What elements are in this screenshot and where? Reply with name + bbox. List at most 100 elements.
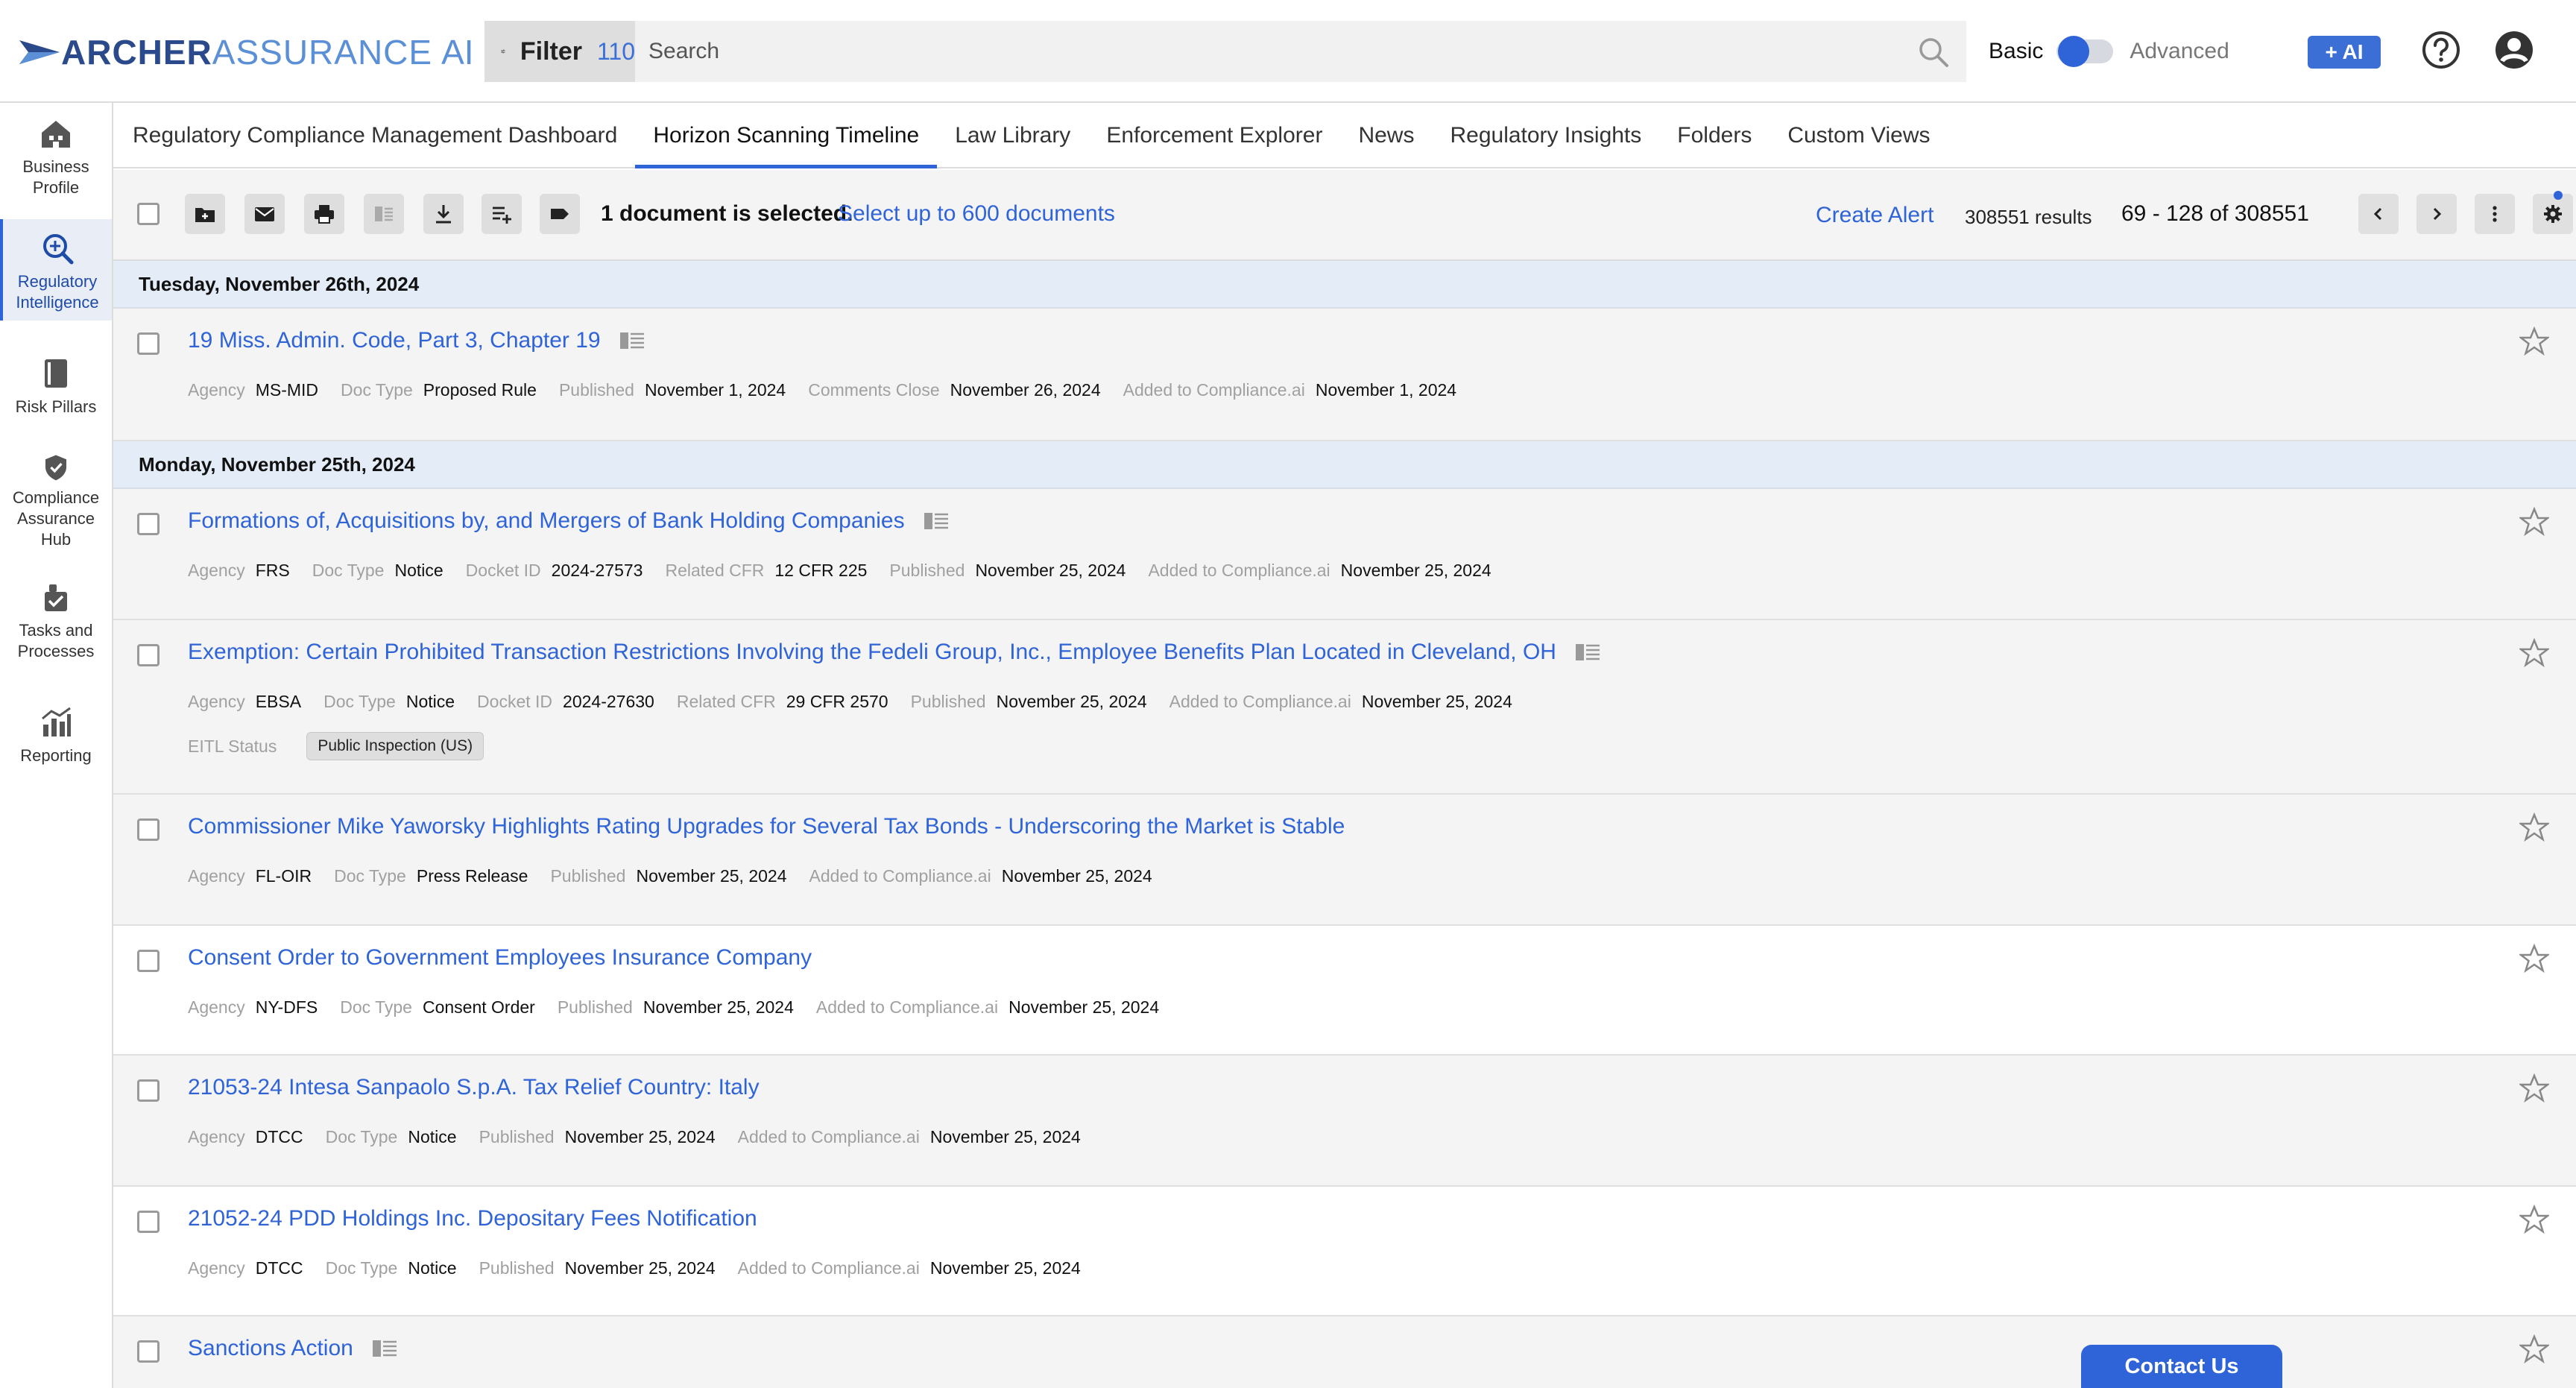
star-icon[interactable] xyxy=(2519,1205,2549,1234)
filter-button[interactable]: Filter 110 xyxy=(484,21,635,82)
ai-button[interactable]: + AI xyxy=(2308,36,2381,69)
meta-value: November 25, 2024 xyxy=(996,692,1147,711)
document-title-link[interactable]: Sanctions Action xyxy=(188,1336,353,1361)
next-page-button[interactable] xyxy=(2416,194,2457,234)
star-icon[interactable] xyxy=(2519,327,2549,356)
add-to-folder-button[interactable] xyxy=(185,194,225,234)
mode-basic-label[interactable]: Basic xyxy=(1989,39,2043,64)
email-icon xyxy=(255,207,274,221)
document-row[interactable]: 21053-24 Intesa Sanpaolo S.p.A. Tax Reli… xyxy=(113,1056,2576,1187)
magnifier-plus-icon xyxy=(43,234,74,265)
search-input[interactable] xyxy=(648,39,1878,64)
tab-custom-views[interactable]: Custom Views xyxy=(1770,104,1948,167)
select-all-checkbox[interactable] xyxy=(137,203,160,225)
download-button[interactable] xyxy=(423,194,464,234)
row-checkbox[interactable] xyxy=(137,1211,160,1233)
select-up-to-link[interactable]: Select up to 600 documents xyxy=(838,201,1115,227)
tab-horizon-scanning-timeline[interactable]: Horizon Scanning Timeline xyxy=(635,104,938,168)
document-row[interactable]: Formations of, Acquisitions by, and Merg… xyxy=(113,489,2576,620)
more-options-button[interactable] xyxy=(2475,194,2515,234)
meta-key: Docket ID xyxy=(477,692,553,711)
document-title-link[interactable]: 21052-24 PDD Holdings Inc. Depositary Fe… xyxy=(188,1206,757,1231)
meta-value: DTCC xyxy=(255,1258,303,1278)
document-title-link[interactable]: Formations of, Acquisitions by, and Merg… xyxy=(188,508,905,534)
tab-news[interactable]: News xyxy=(1340,104,1432,167)
star-icon[interactable] xyxy=(2519,638,2549,668)
meta-value: Notice xyxy=(405,692,455,711)
meta-key: Added to Compliance.ai xyxy=(737,1127,920,1146)
sidebar-item-label: Business Profile xyxy=(22,157,89,197)
document-preview-icon[interactable] xyxy=(619,331,644,350)
document-row[interactable]: 21052-24 PDD Holdings Inc. Depositary Fe… xyxy=(113,1187,2576,1316)
document-preview-icon[interactable] xyxy=(1575,643,1600,662)
meta-value: November 25, 2024 xyxy=(1340,561,1491,580)
document-metadata: Agency FL-OIR Doc Type Press Release Publi… xyxy=(188,866,1175,886)
settings-button[interactable] xyxy=(2533,194,2573,234)
row-checkbox[interactable] xyxy=(137,513,160,535)
row-checkbox[interactable] xyxy=(137,1340,160,1363)
sidebar-item-business-profile[interactable]: Business Profile xyxy=(0,116,112,206)
meta-value: November 25, 2024 xyxy=(564,1127,716,1146)
search-icon[interactable] xyxy=(1917,36,1950,69)
tab-regulatory-compliance-management-dashboard[interactable]: Regulatory Compliance Management Dashboa… xyxy=(133,104,635,167)
results-count: 308551 results xyxy=(1965,206,2092,228)
print-button[interactable] xyxy=(304,194,344,234)
sidebar-item-regulatory-intelligence[interactable]: Regulatory Intelligence xyxy=(0,219,112,321)
meta-key: Added to Compliance.ai xyxy=(1123,380,1305,400)
sidebar-item-compliance-assurance-hub[interactable]: Compliance Assurance Hub xyxy=(0,453,112,550)
account-circle-icon[interactable] xyxy=(2494,30,2534,70)
add-to-list-button[interactable] xyxy=(482,194,522,234)
archer-logo[interactable]: ARCHER ASSURANCE AI xyxy=(19,33,474,72)
document-title-container: Commissioner Mike Yaworsky Highlights Ra… xyxy=(188,814,1345,839)
document-title-container: 19 Miss. Admin. Code, Part 3, Chapter 19 xyxy=(188,328,644,353)
tab-folders[interactable]: Folders xyxy=(1659,104,1770,167)
star-icon[interactable] xyxy=(2519,1073,2549,1103)
contact-us-button[interactable]: Contact Us xyxy=(2081,1345,2282,1388)
label-button[interactable] xyxy=(540,194,580,234)
compare-button[interactable] xyxy=(364,194,404,234)
document-row[interactable]: Commissioner Mike Yaworsky Highlights Ra… xyxy=(113,795,2576,926)
tab-enforcement-explorer[interactable]: Enforcement Explorer xyxy=(1088,104,1340,167)
document-row[interactable]: Consent Order to Government Employees In… xyxy=(113,926,2576,1056)
document-title-link[interactable]: 21053-24 Intesa Sanpaolo S.p.A. Tax Reli… xyxy=(188,1075,760,1100)
meta-key: Published xyxy=(479,1258,555,1278)
document-title-link[interactable]: Consent Order to Government Employees In… xyxy=(188,945,812,971)
document-preview-icon[interactable] xyxy=(372,1339,397,1358)
chevron-right-icon xyxy=(2433,207,2442,221)
star-icon[interactable] xyxy=(2519,813,2549,842)
star-icon[interactable] xyxy=(2519,1334,2549,1364)
sidebar-item-tasks-and-processes[interactable]: Tasks and Processes xyxy=(0,580,112,662)
row-checkbox[interactable] xyxy=(137,818,160,841)
logo-word-assurance: ASSURANCE xyxy=(212,33,433,72)
sidebar-item-reporting[interactable]: Reporting xyxy=(0,705,112,772)
help-circle-icon[interactable] xyxy=(2421,30,2461,70)
document-row[interactable]: Exemption: Certain Prohibited Transactio… xyxy=(113,620,2576,795)
meta-key: Related CFR xyxy=(665,561,765,580)
sidebar-item-label: Risk Pillars xyxy=(15,397,97,416)
email-button[interactable] xyxy=(244,194,285,234)
logo-word-ai: AI xyxy=(441,33,474,72)
mode-advanced-label[interactable]: Advanced xyxy=(2130,39,2229,64)
create-alert-link[interactable]: Create Alert xyxy=(1816,203,1933,228)
document-row[interactable]: 19 Miss. Admin. Code, Part 3, Chapter 19… xyxy=(113,309,2576,441)
document-title-link[interactable]: 19 Miss. Admin. Code, Part 3, Chapter 19 xyxy=(188,328,601,353)
star-icon[interactable] xyxy=(2519,507,2549,537)
document-preview-icon[interactable] xyxy=(924,511,948,531)
meta-value: 2024-27630 xyxy=(563,692,654,711)
previous-page-button[interactable] xyxy=(2358,194,2399,234)
document-status-line: EITL Status Public Inspection (US) xyxy=(188,732,484,760)
meta-key: Published xyxy=(479,1127,555,1146)
document-title-link[interactable]: Commissioner Mike Yaworsky Highlights Ra… xyxy=(188,814,1345,839)
meta-key: Agency xyxy=(188,997,245,1017)
row-checkbox[interactable] xyxy=(137,644,160,666)
tab-regulatory-insights[interactable]: Regulatory Insights xyxy=(1432,104,1659,167)
meta-value: November 25, 2024 xyxy=(929,1258,1081,1278)
row-checkbox[interactable] xyxy=(137,332,160,355)
row-checkbox[interactable] xyxy=(137,1079,160,1102)
row-checkbox[interactable] xyxy=(137,950,160,972)
sidebar-item-risk-pillars[interactable]: Risk Pillars xyxy=(0,356,112,423)
mode-switch[interactable] xyxy=(2056,36,2114,67)
document-title-link[interactable]: Exemption: Certain Prohibited Transactio… xyxy=(188,640,1556,665)
star-icon[interactable] xyxy=(2519,944,2549,974)
tab-law-library[interactable]: Law Library xyxy=(937,104,1088,167)
